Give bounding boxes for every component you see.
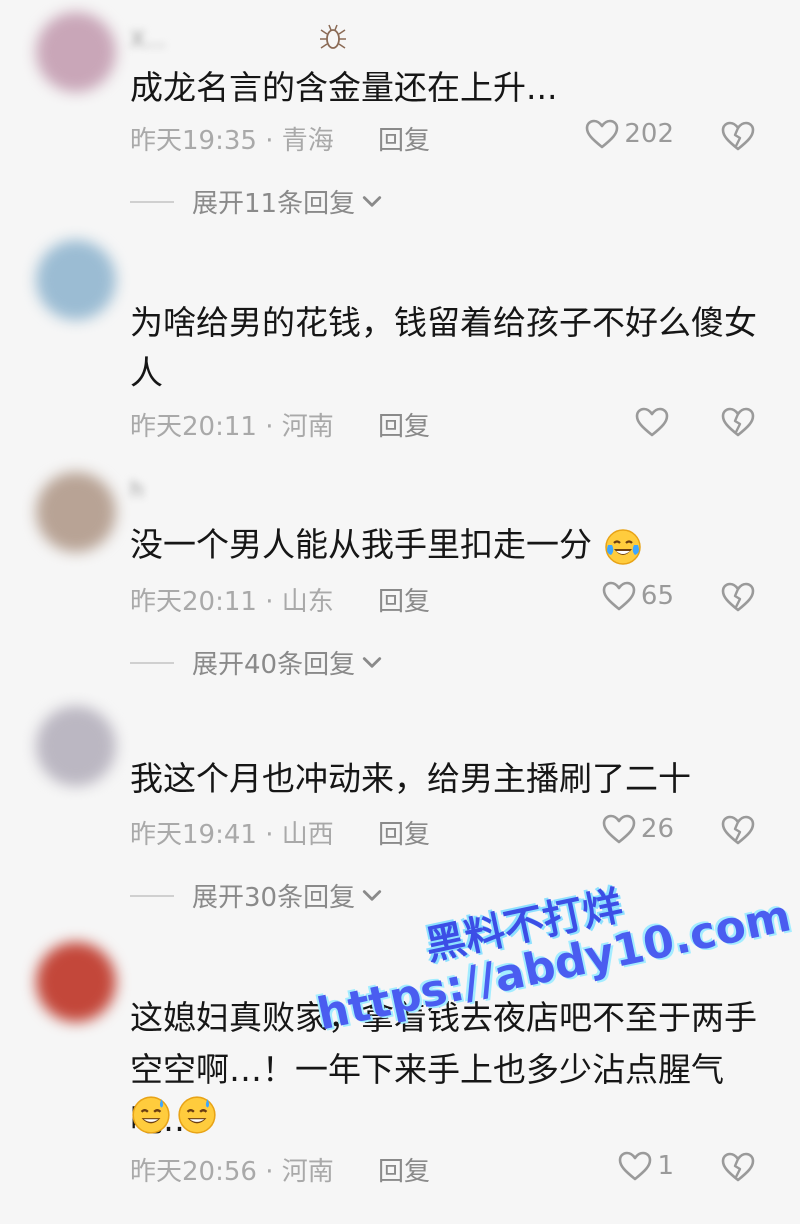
comment-time: 昨天20:56 [130,1157,257,1187]
like-button[interactable]: 1 [617,1150,674,1182]
reply-button[interactable]: 回复 [378,587,430,617]
expand-replies-label: 展开30条回复 [192,883,356,913]
expand-replies-label: 展开40条回复 [192,650,356,680]
heart-icon [584,118,620,150]
heart-icon [601,813,637,845]
comment-text: 成龙名言的含金量还在上升... [130,68,558,107]
divider [130,894,174,897]
avatar[interactable] [36,240,116,320]
like-button[interactable] [634,406,674,438]
separator: · [265,820,274,850]
comment-meta: 昨天20:11 · 山东 回复 [130,581,430,618]
sweat-smile-emoji [132,1096,170,1134]
broken-heart-icon[interactable] [720,581,756,613]
sweat-smile-emoji [178,1096,216,1134]
comment-text-content: 没一个男人能从我手里扣走一分 [130,525,592,564]
comment-location: 山东 [281,587,334,617]
avatar[interactable] [36,472,116,552]
bug-icon [320,24,346,49]
comment-text: 没一个男人能从我手里扣走一分 [130,520,770,570]
heart-icon [601,580,637,612]
heart-icon [617,1150,653,1182]
chevron-down-icon [361,194,383,210]
avatar[interactable] [36,706,116,786]
expand-replies-button[interactable]: 展开40条回复 [130,644,383,681]
like-button[interactable]: 202 [584,118,674,150]
separator: · [265,587,274,617]
expand-replies-label: 展开11条回复 [192,189,356,219]
comment-text-line: 空空啊…！一年下来手上也多少沾点腥气吧… [130,1050,724,1139]
like-count: 26 [640,814,674,844]
separator: · [265,412,274,442]
comment-emojis [130,1094,218,1136]
comment-time: 昨天20:11 [130,587,257,617]
expand-replies-button[interactable]: 展开11条回复 [130,183,383,220]
avatar[interactable] [36,12,116,92]
like-count: 202 [624,119,674,149]
comment-location: 山西 [281,820,334,850]
broken-heart-icon[interactable] [720,120,756,152]
comment-meta: 昨天19:41 · 山西 回复 [130,814,430,851]
broken-heart-icon[interactable] [720,1151,756,1183]
separator: · [265,126,274,156]
comment-location: 河南 [281,412,334,442]
comment-time: 昨天19:35 [130,126,257,156]
crying-laughing-emoji [603,527,643,567]
divider [130,661,174,664]
reply-button[interactable]: 回复 [378,412,430,442]
like-count: 1 [657,1151,674,1181]
expand-replies-button[interactable]: 展开30条回复 [130,877,383,914]
comment-location: 青海 [281,126,334,156]
comment-meta: 昨天20:11 · 河南 回复 [130,406,430,443]
heart-icon [634,406,670,438]
avatar[interactable] [36,942,116,1022]
chevron-down-icon [361,888,383,904]
comment-time: 昨天19:41 [130,820,257,850]
comment-text: 我这个月也冲动来，给男主播刷了二十 [130,759,691,798]
comment-meta: 昨天19:35 · 青海 回复 [130,120,430,157]
comment-location: 河南 [281,1157,334,1187]
reply-button[interactable]: 回复 [378,820,430,850]
like-count: 65 [640,581,674,611]
divider [130,200,174,203]
username[interactable]: X... [130,28,166,53]
like-button[interactable]: 26 [601,813,674,845]
like-button[interactable]: 65 [601,580,674,612]
reply-button[interactable]: 回复 [378,126,430,156]
username[interactable]: h [130,478,144,503]
broken-heart-icon[interactable] [720,406,756,438]
separator: · [265,1157,274,1187]
comment-time: 昨天20:11 [130,412,257,442]
comment-text: 为啥给男的花钱，钱留着给孩子不好么傻女人 [130,303,757,392]
reply-button[interactable]: 回复 [378,1157,430,1187]
comment-meta: 昨天20:56 · 河南 回复 [130,1151,430,1188]
chevron-down-icon [361,655,383,671]
